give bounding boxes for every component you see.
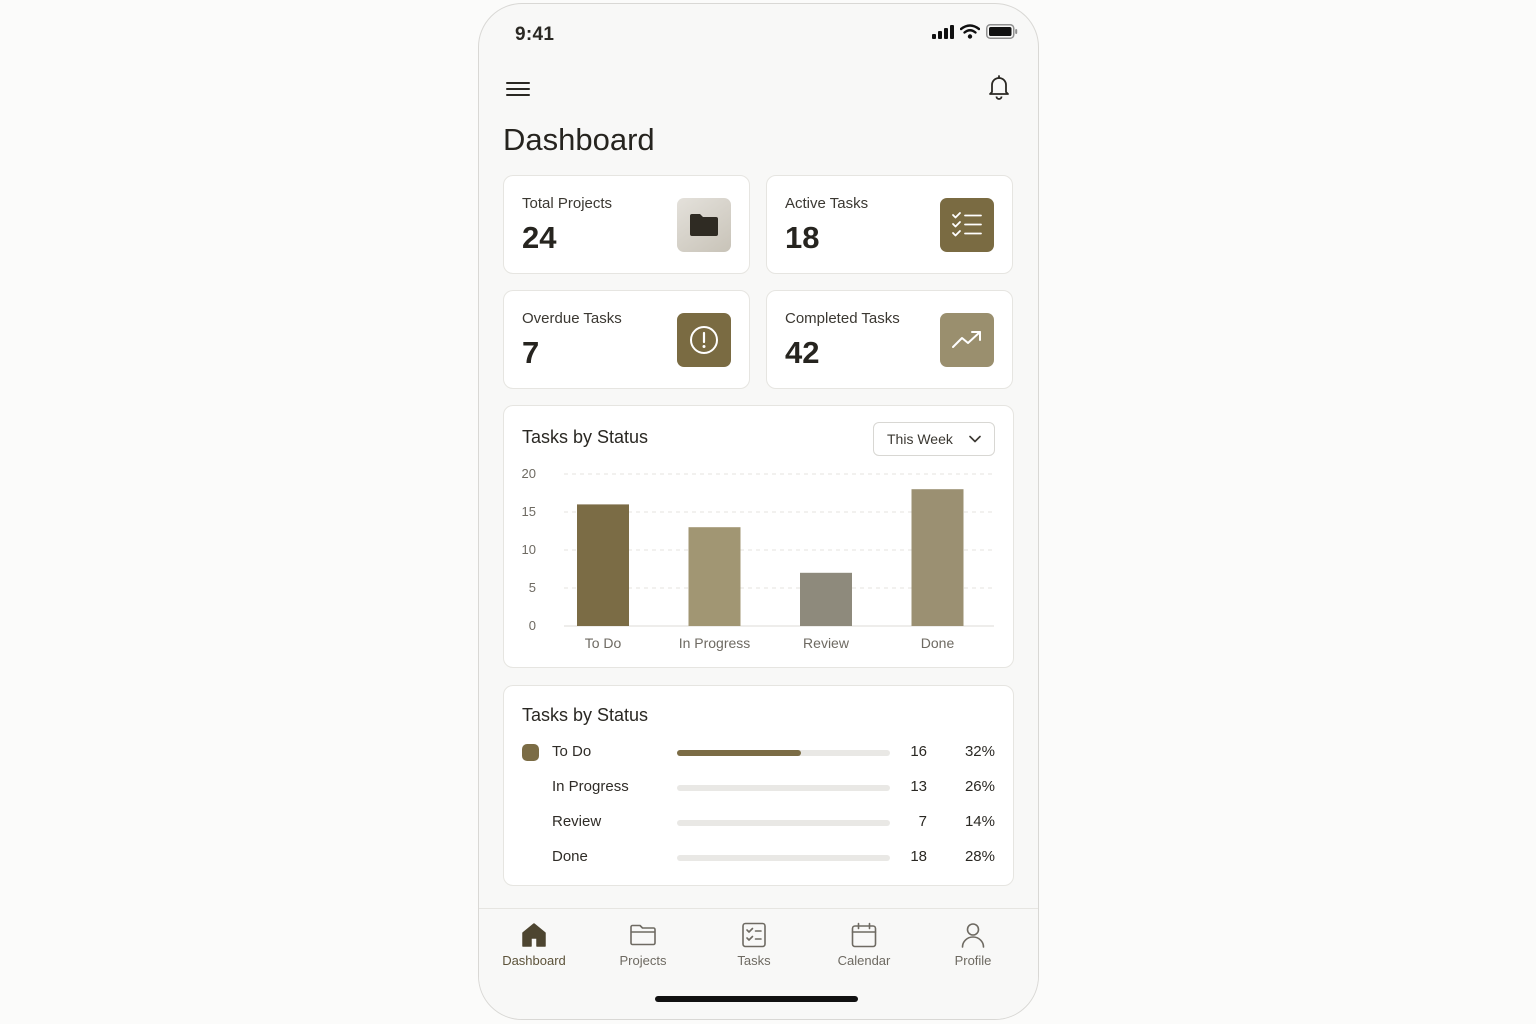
home-icon (522, 923, 546, 947)
status-row-count: 13 (910, 778, 927, 795)
status-bar: 9:41 (479, 4, 1038, 64)
page-title: Dashboard (503, 122, 655, 157)
y-tick-label: 0 (529, 618, 536, 633)
status-progress-track (677, 855, 890, 861)
stat-value: 18 (785, 220, 820, 255)
stat-label: Active Tasks (785, 195, 869, 212)
phone-frame: 9:41 Dashboard Total Projects 24 Active … (478, 3, 1039, 1020)
status-row-percent: 32% (964, 743, 995, 760)
stat-icon-badge (677, 313, 731, 367)
period-dropdown[interactable]: This Week (873, 422, 995, 456)
status-row-label: To Do (552, 743, 592, 760)
task-list-icon (742, 922, 766, 948)
stat-value: 7 (522, 335, 540, 370)
stat-card-overdue-tasks[interactable]: Overdue Tasks 7 (503, 290, 750, 389)
stat-card-completed-tasks[interactable]: Completed Tasks 42 (766, 290, 1013, 389)
calendar-icon (851, 922, 877, 948)
wifi-icon (960, 24, 980, 39)
bar-chart: 0 5 10 15 20 To Do In Progress Review Done (522, 466, 994, 651)
tab-tasks[interactable]: Tasks (704, 921, 804, 977)
cellular-signal-icon (932, 24, 954, 39)
status-row-in-progress: In Progress 13 26% (522, 776, 995, 800)
top-bar (479, 64, 1038, 114)
stat-icon-badge (940, 313, 994, 367)
menu-icon (506, 82, 530, 96)
status-progress-track (677, 750, 890, 756)
status-color-dot (522, 744, 539, 761)
status-row-label: In Progress (552, 778, 629, 795)
stat-card-total-projects[interactable]: Total Projects 24 (503, 175, 750, 274)
status-row-to-do: To Do 16 32% (522, 741, 995, 765)
x-tick-label: Done (921, 635, 955, 651)
status-time: 9:41 (515, 24, 555, 45)
bar-in-progress (688, 527, 741, 626)
alert-circle-icon (690, 326, 718, 354)
trending-up-icon (952, 331, 981, 348)
status-color-dot (522, 849, 539, 866)
checklist-icon (952, 212, 982, 237)
stat-value: 24 (522, 220, 557, 255)
status-progress-fill (677, 750, 801, 756)
tab-label: Projects (619, 953, 667, 968)
user-icon (961, 923, 985, 948)
y-tick-label: 10 (522, 542, 536, 557)
bottom-tab-bar: Dashboard Projects Tasks Calendar Profil… (479, 908, 1038, 1019)
status-row-percent: 28% (964, 848, 995, 865)
x-tick-label: To Do (585, 635, 622, 651)
status-row-review: Review 7 14% (522, 811, 995, 835)
status-icons (932, 24, 1018, 39)
x-tick-label: Review (803, 635, 850, 651)
list-panel-title: Tasks by Status (522, 705, 649, 725)
stat-label: Overdue Tasks (522, 310, 622, 327)
tab-profile[interactable]: Profile (923, 921, 1023, 977)
status-row-percent: 14% (964, 813, 995, 830)
tasks-by-status-list-panel: Tasks by Status To Do 16 32% In Progress… (503, 685, 1014, 886)
status-row-count: 18 (910, 848, 927, 865)
folder-outline-icon (630, 924, 656, 946)
stat-icon-badge (940, 198, 994, 252)
tab-label: Profile (954, 953, 992, 968)
stat-value: 42 (785, 335, 820, 370)
status-row-done: Done 18 28% (522, 846, 995, 870)
y-tick-label: 5 (529, 580, 536, 595)
stat-label: Total Projects (522, 195, 613, 212)
tab-dashboard[interactable]: Dashboard (484, 921, 584, 977)
bell-icon (989, 75, 1009, 100)
menu-button[interactable] (503, 74, 533, 104)
status-color-dot (522, 814, 539, 831)
x-tick-label: In Progress (679, 635, 751, 651)
status-row-label: Review (552, 813, 602, 830)
status-row-label: Done (552, 848, 588, 865)
y-tick-label: 15 (522, 504, 536, 519)
bar-done (911, 489, 964, 626)
battery-icon (986, 24, 1018, 39)
bar-to-do (577, 504, 629, 626)
bar-review (800, 572, 852, 626)
tab-label: Calendar (837, 953, 891, 968)
tab-label: Tasks (737, 953, 771, 968)
status-row-count: 7 (918, 813, 927, 830)
notification-button[interactable] (984, 72, 1014, 102)
home-indicator (655, 996, 858, 1002)
status-row-count: 16 (910, 743, 927, 760)
status-row-percent: 26% (964, 778, 995, 795)
stat-icon-badge (677, 198, 731, 252)
status-color-dot (522, 779, 539, 796)
tasks-by-status-chart-panel: Tasks by Status This Week 0 5 10 15 20 To Do I… (503, 405, 1014, 668)
period-dropdown-value: This Week (887, 431, 953, 447)
status-progress-track (677, 785, 890, 791)
tab-calendar[interactable]: Calendar (814, 921, 914, 977)
stat-label: Completed Tasks (785, 310, 900, 327)
y-tick-label: 20 (522, 466, 536, 481)
chart-panel-title: Tasks by Status (522, 427, 649, 447)
chevron-down-icon (969, 435, 981, 443)
tab-projects[interactable]: Projects (593, 921, 693, 977)
folder-icon (690, 214, 718, 236)
stat-card-active-tasks[interactable]: Active Tasks 18 (766, 175, 1013, 274)
tab-label: Dashboard (502, 953, 566, 968)
status-progress-track (677, 820, 890, 826)
